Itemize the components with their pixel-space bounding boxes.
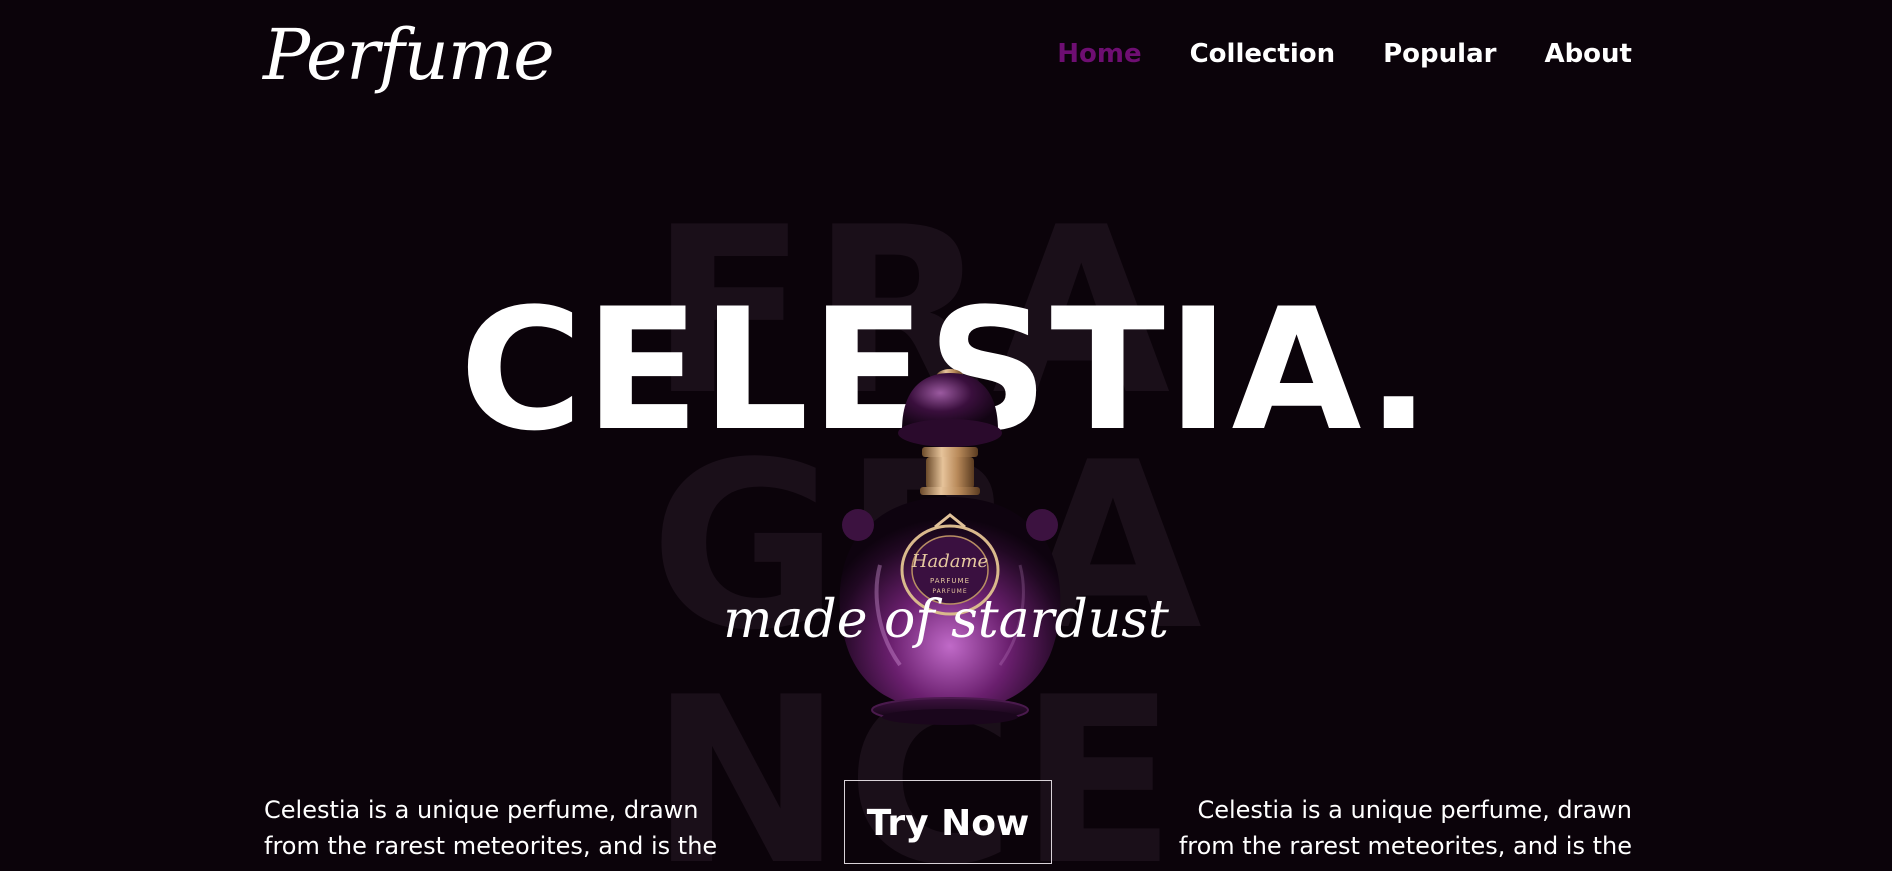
bottle-label-brand: Hadame xyxy=(911,551,988,572)
description-left: Celestia is a unique perfume, drawn from… xyxy=(264,796,724,871)
nav-item-popular[interactable]: Popular xyxy=(1383,36,1496,72)
hero-tagline: made of stardust xyxy=(723,590,1169,650)
hero-section: FRAGRANCE Perfume Home Collection Popula… xyxy=(0,0,1892,871)
main-nav: Home Collection Popular About xyxy=(1057,36,1632,72)
brand-logo[interactable]: Perfume xyxy=(263,10,555,100)
nav-item-about[interactable]: About xyxy=(1544,36,1632,72)
try-now-button[interactable]: Try Now xyxy=(844,780,1052,864)
bottle-label-line1: PARFUME xyxy=(930,577,970,585)
description-right: Celestia is a unique perfume, drawn from… xyxy=(1172,796,1632,871)
perfume-bottle-image: Hadame PARFUME PARFUME xyxy=(839,369,1061,725)
nav-item-collection[interactable]: Collection xyxy=(1190,36,1336,72)
nav-item-home[interactable]: Home xyxy=(1057,36,1141,72)
